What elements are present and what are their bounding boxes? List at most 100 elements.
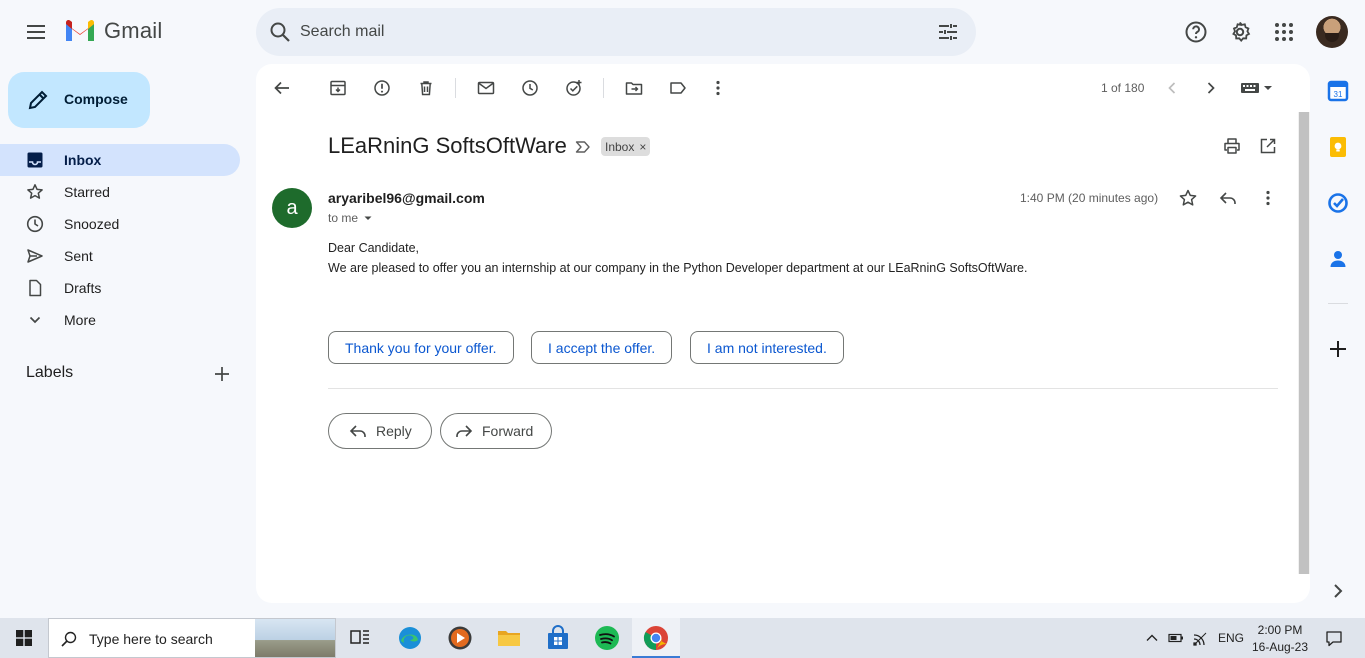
search-options-icon[interactable] [936,20,960,44]
chevron-right-icon[interactable] [1327,580,1349,602]
plus-icon[interactable] [1327,338,1349,360]
more-vert-icon[interactable] [708,78,728,98]
search-icon[interactable] [268,20,292,44]
clock-icon [26,215,44,233]
windows-taskbar: Type here to search ENG 2:00 PM 16-Aug-2… [0,618,1365,658]
sidebar-item-sent[interactable]: Sent [0,240,240,272]
inbox-icon [27,152,43,168]
more-vert-icon[interactable] [1258,188,1278,208]
reply-label: Reply [376,423,412,439]
compose-button[interactable]: Compose [8,72,150,128]
open-in-new-window-icon[interactable] [1258,136,1278,156]
media-player-icon[interactable] [446,624,474,652]
reply-button[interactable]: Reply [328,413,432,449]
add-task-icon[interactable] [564,78,584,98]
battery-icon[interactable] [1168,630,1184,646]
language-indicator[interactable]: ENG [1218,631,1244,645]
edge-browser-icon[interactable] [396,624,424,652]
keyboard-icon[interactable] [1240,78,1274,98]
email-view: 1 of 180 LEaRninG SoftsOftWare Inbox × a… [256,64,1310,603]
reply-icon [349,425,366,437]
contacts-icon[interactable] [1327,248,1349,270]
search-input[interactable] [300,20,900,44]
sidebar-item-snoozed[interactable]: Snoozed [0,208,240,240]
app-name: Gmail [104,18,163,43]
chevron-left-icon[interactable] [1162,78,1182,98]
send-icon [27,249,43,263]
sender-avatar: a [272,188,312,228]
reply-icon[interactable] [1218,188,1238,208]
search-bar[interactable] [256,8,976,56]
print-icon[interactable] [1222,136,1242,156]
support-button[interactable] [1184,20,1208,44]
settings-button[interactable] [1228,20,1252,44]
smart-reply-button[interactable]: Thank you for your offer. [328,331,514,364]
caret-down-icon [364,216,372,220]
search-highlight-image [255,619,335,657]
chrome-browser-icon[interactable] [642,624,670,652]
taskbar-search-placeholder: Type here to search [89,631,213,647]
apps-button[interactable] [1272,20,1296,44]
help-icon [1185,21,1207,43]
archive-icon[interactable] [328,78,348,98]
system-clock[interactable]: 2:00 PM 16-Aug-23 [1251,622,1309,656]
label-icon[interactable] [668,78,688,98]
task-view-icon[interactable] [346,624,374,652]
remove-label-button[interactable]: × [639,140,646,154]
sidebar-item-label: Sent [64,248,93,264]
calendar-icon[interactable]: 31 [1327,80,1349,102]
chevron-down-icon [29,316,41,324]
tray-expand-chevron-icon[interactable] [1144,630,1160,646]
recipient-details[interactable]: to me [328,211,374,225]
gear-icon [1232,21,1251,42]
forward-icon [456,425,473,437]
label-chip-text: Inbox [605,139,635,154]
account-avatar[interactable] [1316,16,1348,48]
sidebar-item-label: Starred [64,184,110,200]
windows-start-icon[interactable] [16,630,32,646]
importance-marker-icon[interactable] [574,138,592,156]
report-spam-icon[interactable] [372,78,392,98]
star-icon[interactable] [1178,188,1198,208]
sidebar-item-label: Inbox [64,152,102,168]
sidebar-item-label: More [64,312,96,328]
sidebar-item-starred[interactable]: Starred [0,176,240,208]
spotify-icon[interactable] [593,624,621,652]
notification-icon[interactable] [1325,630,1343,648]
forward-button[interactable]: Forward [440,413,552,449]
email-body: Dear Candidate, We are pleased to offer … [328,238,1027,278]
sidebar-item-more[interactable]: More [0,304,240,336]
sidebar-item-drafts[interactable]: Drafts [0,272,240,304]
sidebar-item-inbox[interactable]: Inbox [0,144,240,176]
move-to-icon[interactable] [624,78,644,98]
scrollbar-thumb[interactable] [1299,112,1309,574]
pencil-icon [28,90,48,110]
email-body-line: Dear Candidate, [328,241,420,255]
labels-heading: Labels [26,364,74,381]
label-chip-inbox[interactable]: Inbox × [601,137,651,156]
snooze-icon[interactable] [520,78,540,98]
file-explorer-icon[interactable] [495,624,523,652]
smart-reply-button[interactable]: I am not interested. [690,331,844,364]
email-subject: LEaRninG SoftsOftWare [328,133,567,158]
sidebar-item-label: Drafts [64,280,102,296]
sidebar-nav: Inbox Starred Snoozed Sent Drafts More [0,144,240,336]
mark-unread-icon[interactable] [476,78,496,98]
main-menu-button[interactable] [24,20,48,44]
plus-icon[interactable] [212,364,232,384]
keep-icon[interactable] [1327,136,1349,158]
back-arrow-icon[interactable] [272,78,292,98]
gmail-m-icon [66,20,94,41]
side-panel-divider [1328,303,1348,304]
tasks-icon[interactable] [1327,192,1349,214]
sender-email[interactable]: aryaribel96@gmail.com [328,190,485,206]
smart-reply-button[interactable]: I accept the offer. [531,331,673,364]
wifi-icon[interactable] [1192,630,1208,646]
gmail-logo[interactable]: Gmail [64,18,162,44]
microsoft-store-icon[interactable] [544,624,572,652]
svg-text:31: 31 [1334,90,1343,99]
taskbar-search-box[interactable]: Type here to search [48,618,336,658]
clock-time: 2:00 PM [1257,623,1303,637]
chevron-right-icon[interactable] [1201,78,1221,98]
trash-icon[interactable] [416,78,436,98]
